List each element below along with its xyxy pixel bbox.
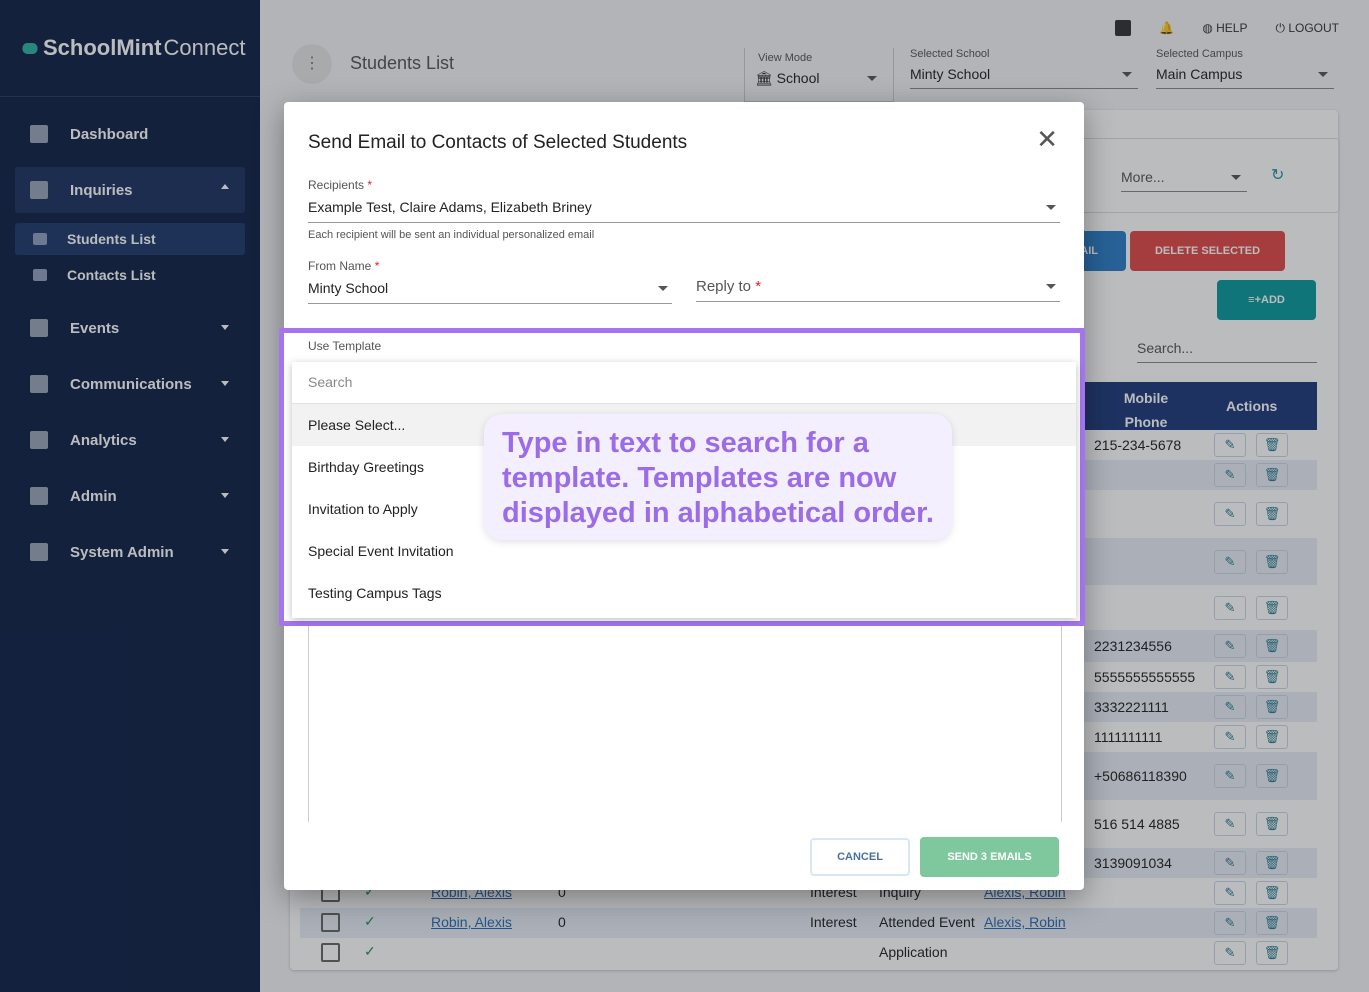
use-template-label: Use Template <box>308 339 382 353</box>
email-body-editor[interactable] <box>308 622 1062 822</box>
from-name-select[interactable]: From Name * Minty School <box>308 259 672 304</box>
recipients-select[interactable]: Recipients * Example Test, Claire Adams, … <box>308 178 1060 223</box>
dialog-title: Send Email to Contacts of Selected Stude… <box>308 132 688 153</box>
recipients-hint: Each recipient will be sent an individua… <box>308 229 595 241</box>
send-emails-button[interactable]: SEND 3 EMAILS <box>920 837 1059 877</box>
template-search-input[interactable]: Search <box>292 362 1076 404</box>
cancel-button[interactable]: CANCEL <box>810 838 910 876</box>
template-option[interactable]: Testing Campus Tags <box>292 572 1076 614</box>
callout-annotation: Type in text to search for a template. T… <box>484 414 952 540</box>
close-icon[interactable]: ✕ <box>1036 126 1058 152</box>
reply-to-select[interactable]: Reply to * <box>696 278 1060 302</box>
